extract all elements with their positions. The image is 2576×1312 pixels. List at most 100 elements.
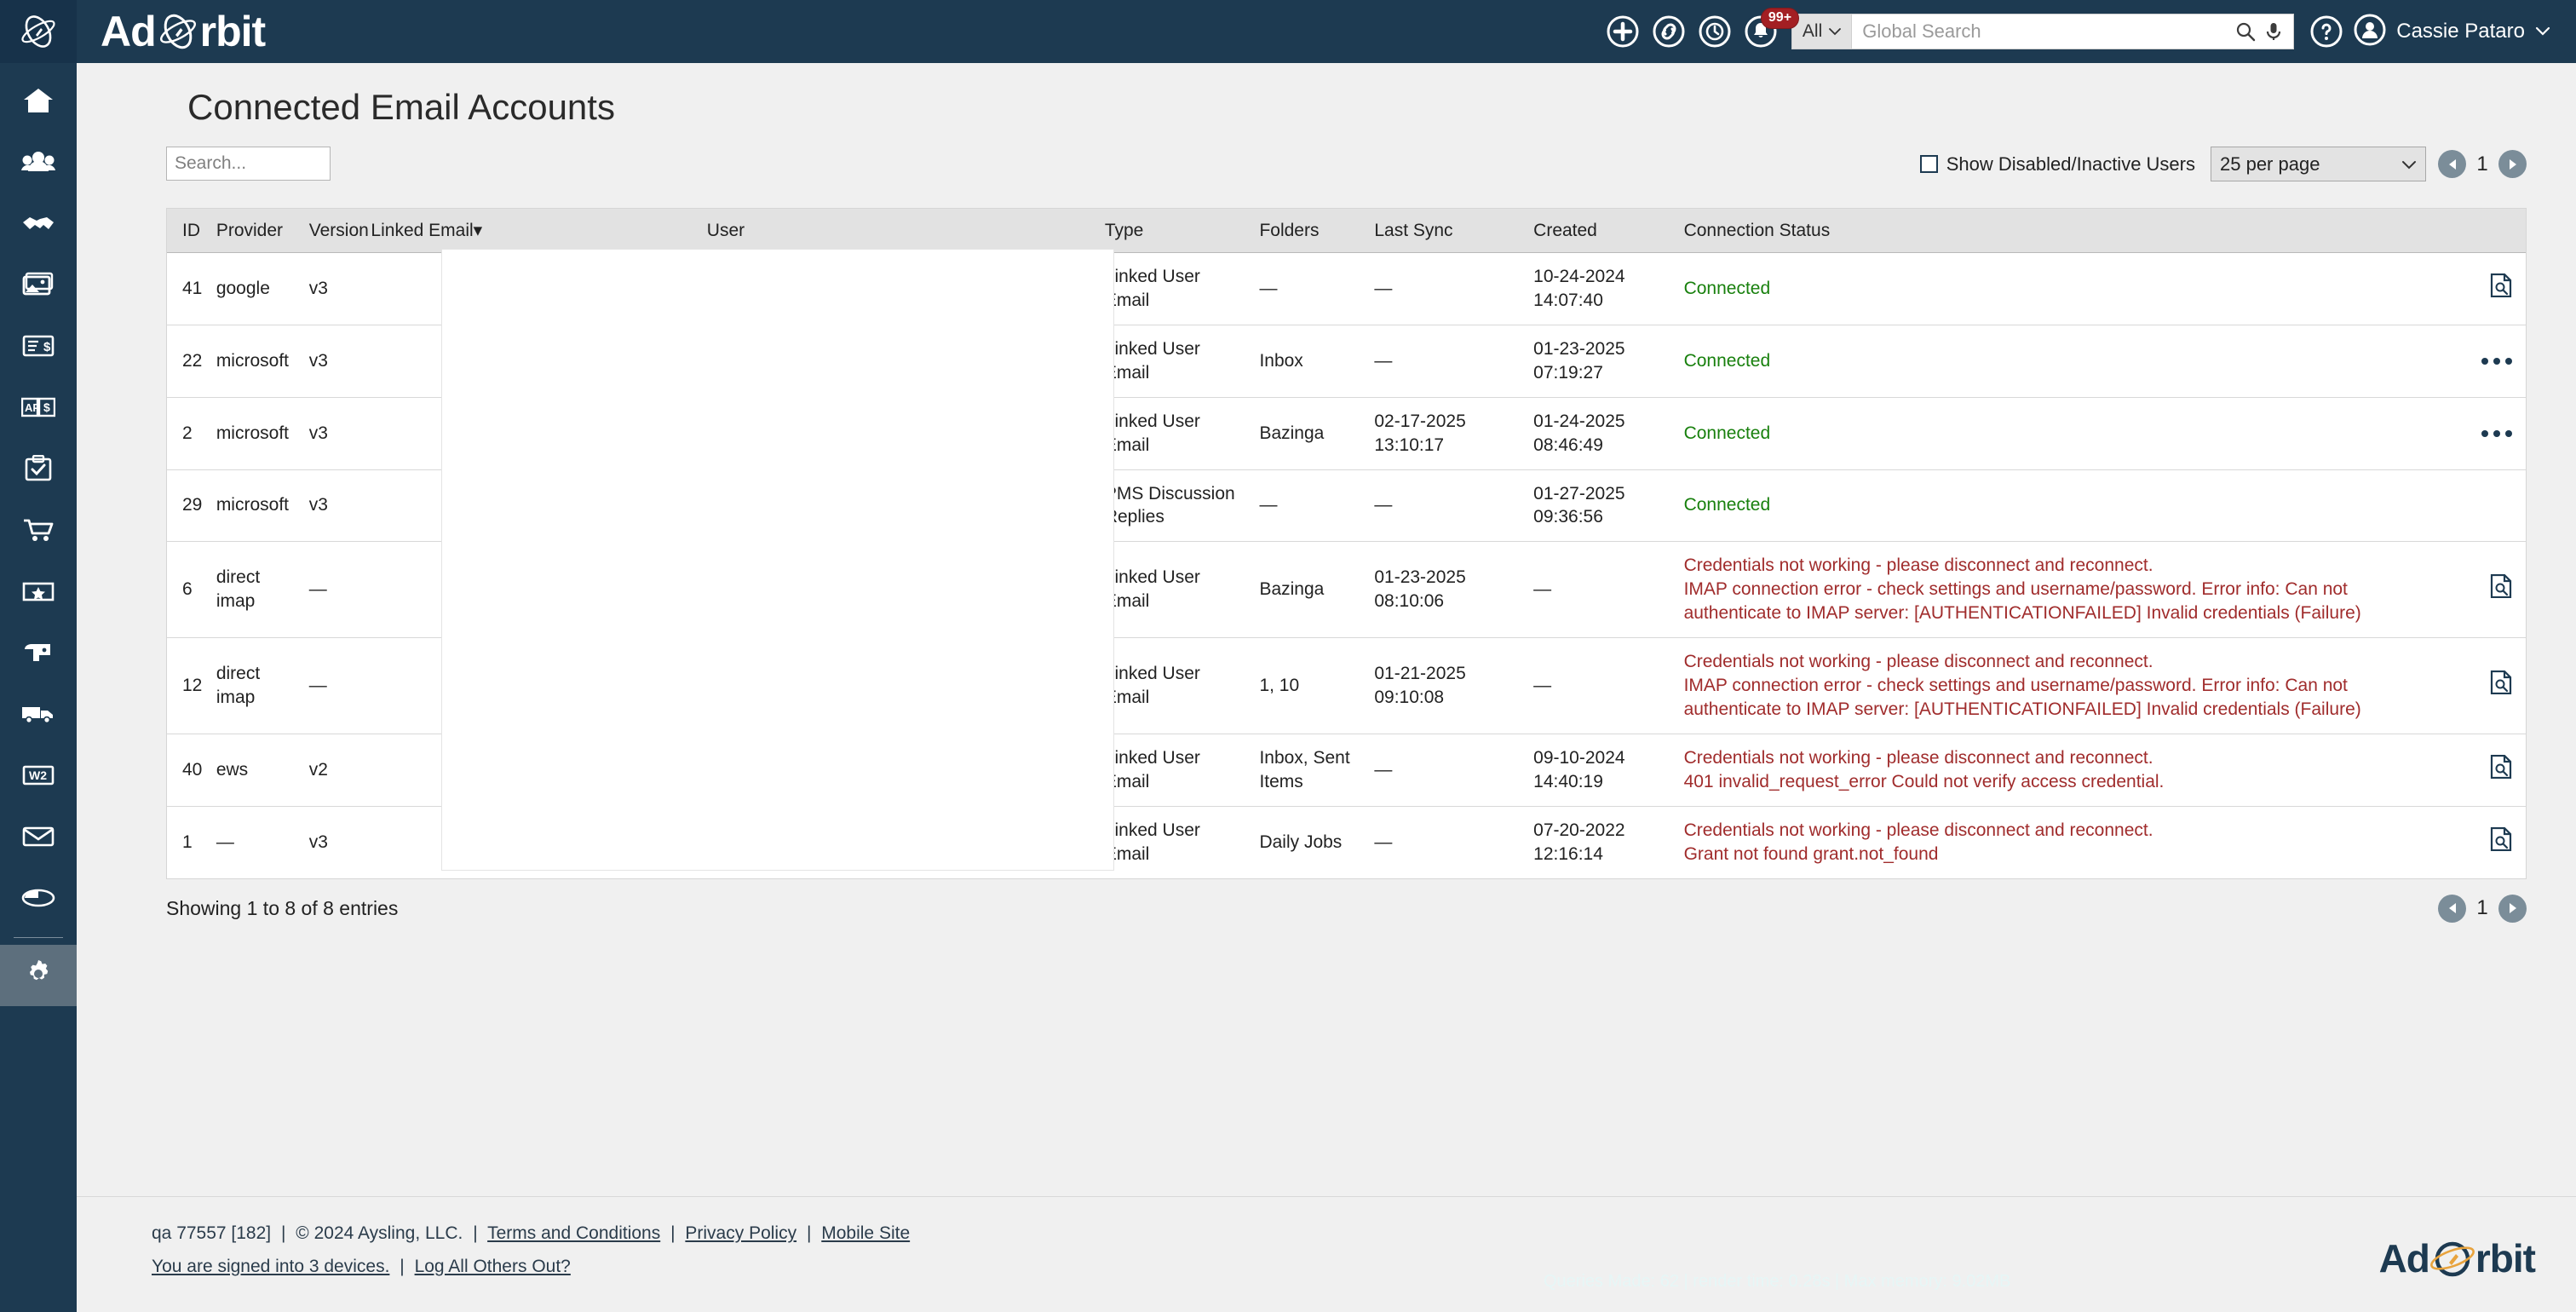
table-search-input[interactable] — [166, 147, 331, 181]
footer-line-2: You are signed into 3 devices. | Log All… — [152, 1251, 910, 1284]
column-header-created[interactable]: Created — [1527, 209, 1677, 253]
home-icon — [22, 86, 55, 119]
brand-suffix: rbit — [199, 8, 267, 55]
column-header-provider[interactable]: Provider — [209, 209, 302, 253]
cell-type: Linked User Email — [1104, 820, 1200, 864]
cell-created: 01-27-2025 09:36:56 — [1527, 469, 1677, 543]
sidebar-item-deals[interactable] — [0, 194, 77, 256]
sidebar-item-rates[interactable]: AP $ — [0, 378, 77, 440]
sidebar-item-settings[interactable] — [0, 945, 77, 1006]
global-search-group: All — [1791, 14, 2295, 49]
brand-mark-icon[interactable] — [0, 0, 77, 63]
cell-version: v3 — [302, 469, 365, 543]
status-error-title: Credentials not working - please disconn… — [1683, 747, 2153, 768]
bell-icon[interactable]: 99+ — [1744, 8, 1800, 49]
cell-last-sync: — — [1367, 469, 1527, 543]
sidebar-item-banners[interactable] — [0, 624, 77, 685]
invoice-icon: $ — [22, 334, 55, 362]
global-search-input[interactable] — [1862, 20, 2228, 43]
doc-search-icon[interactable] — [2490, 826, 2512, 858]
doc-search-icon[interactable] — [2490, 273, 2512, 304]
cell-created: 01-24-2025 08:46:49 — [1527, 397, 1677, 470]
cell-actions — [2455, 806, 2526, 878]
people-icon — [21, 149, 55, 179]
status-connected: Connected — [1683, 495, 1771, 515]
log-all-others-out-link[interactable]: Log All Others Out? — [415, 1257, 571, 1276]
footer-left: qa 77557 [182] | © 2024 Aysling, LLC. | … — [152, 1217, 910, 1284]
brand-logo[interactable]: Ad rbit — [101, 7, 267, 56]
ellipsis-icon[interactable] — [2481, 357, 2512, 365]
sidebar-item-home[interactable] — [0, 72, 77, 133]
cell-id: 40 — [167, 734, 210, 807]
cell-created: 07-20-2022 12:16:14 — [1533, 820, 1625, 864]
cell-type: Linked User Email — [1097, 252, 1253, 325]
cell-last-sync: — — [1374, 832, 1393, 852]
doc-search-icon[interactable] — [2490, 574, 2512, 605]
pagination-top: 1 — [2438, 150, 2527, 178]
column-header-connection-status[interactable]: Connection Status — [1676, 209, 2455, 253]
add-icon[interactable] — [1606, 14, 1640, 49]
svg-text:AP: AP — [25, 401, 40, 414]
column-header-version[interactable]: Version — [302, 209, 369, 253]
prev-page-button[interactable] — [2438, 150, 2466, 178]
per-page-select[interactable]: 25 per page — [2211, 147, 2426, 181]
signed-in-devices-link[interactable]: You are signed into 3 devices. — [152, 1257, 389, 1276]
next-page-button[interactable] — [2498, 150, 2527, 178]
column-header-user[interactable]: User — [699, 209, 1098, 253]
column-header-id[interactable]: ID — [167, 209, 210, 253]
doc-search-icon[interactable] — [2490, 670, 2512, 701]
cell-created: 01-23-2025 07:19:27 — [1527, 325, 1677, 398]
sidebar-item-tax[interactable]: W2 — [0, 746, 77, 808]
column-header-folders[interactable]: Folders — [1252, 209, 1368, 253]
privacy-link[interactable]: Privacy Policy — [685, 1223, 796, 1243]
mobile-site-link[interactable]: Mobile Site — [821, 1223, 910, 1243]
next-page-button-bottom[interactable] — [2498, 894, 2527, 923]
sidebar-item-shipping[interactable] — [0, 685, 77, 746]
column-header-type[interactable]: Type — [1097, 209, 1253, 253]
sidebar-item-contacts[interactable] — [0, 133, 77, 194]
status-error-detail: IMAP connection error - check settings a… — [1683, 579, 2361, 624]
sidebar-item-reports[interactable] — [0, 869, 77, 930]
table-header-row: ID Provider Version Linked Email▾ User T… — [167, 209, 2526, 253]
cell-last-sync: — — [1367, 325, 1527, 398]
column-header-last-sync[interactable]: Last Sync — [1367, 209, 1527, 253]
cell-last-sync: — — [1367, 734, 1527, 807]
link-icon[interactable] — [1652, 14, 1686, 49]
sidebar-divider — [14, 937, 63, 938]
cell-type: Linked User Email — [1097, 541, 1253, 639]
cell-connection-status: Connected — [1676, 469, 2455, 543]
ellipsis-icon[interactable] — [2481, 429, 2512, 437]
sidebar-item-media[interactable] — [0, 256, 77, 317]
footer-separator: | — [400, 1256, 405, 1276]
cell-created: 09-10-2024 14:40:19 — [1527, 734, 1677, 807]
prev-page-button-bottom[interactable] — [2438, 894, 2466, 923]
sidebar-item-email[interactable] — [0, 808, 77, 869]
status-error-detail: IMAP connection error - check settings a… — [1683, 676, 2361, 719]
user-menu[interactable]: Cassie Pataro — [2354, 14, 2550, 50]
cell-actions — [2454, 252, 2526, 325]
pagination-bottom: 1 — [2438, 894, 2527, 923]
redacted-columns-overlay — [441, 249, 1114, 871]
footer-line-1: qa 77557 [182] | © 2024 Aysling, LLC. | … — [152, 1217, 910, 1251]
sidebar-item-tasks[interactable] — [0, 440, 77, 501]
help-icon[interactable] — [2309, 14, 2343, 49]
show-disabled-users-checkbox[interactable]: Show Disabled/Inactive Users — [1919, 153, 2195, 176]
sidebar-item-events[interactable] — [0, 562, 77, 624]
cell-type: Linked User Email — [1097, 734, 1253, 807]
sidebar-item-billing[interactable]: $ — [0, 317, 77, 378]
cell-folders: 1, 10 — [1252, 637, 1368, 734]
doc-search-icon[interactable] — [2490, 754, 2512, 785]
search-icon[interactable] — [2235, 21, 2256, 42]
cell-folders: Inbox — [1252, 325, 1368, 398]
history-icon[interactable] — [1698, 14, 1732, 49]
search-scope-dropdown[interactable]: All — [1791, 14, 1852, 49]
sidebar-item-orders[interactable] — [0, 501, 77, 562]
global-search-box — [1851, 14, 2295, 49]
current-page-number-bottom: 1 — [2476, 896, 2488, 920]
terms-link[interactable]: Terms and Conditions — [487, 1223, 660, 1243]
cell-actions — [2454, 397, 2526, 470]
microphone-icon[interactable] — [2264, 21, 2283, 42]
cell-created: — — [1527, 637, 1677, 734]
column-header-linked-email[interactable]: Linked Email▾ — [364, 209, 700, 253]
cell-provider: direct imap — [209, 541, 302, 639]
